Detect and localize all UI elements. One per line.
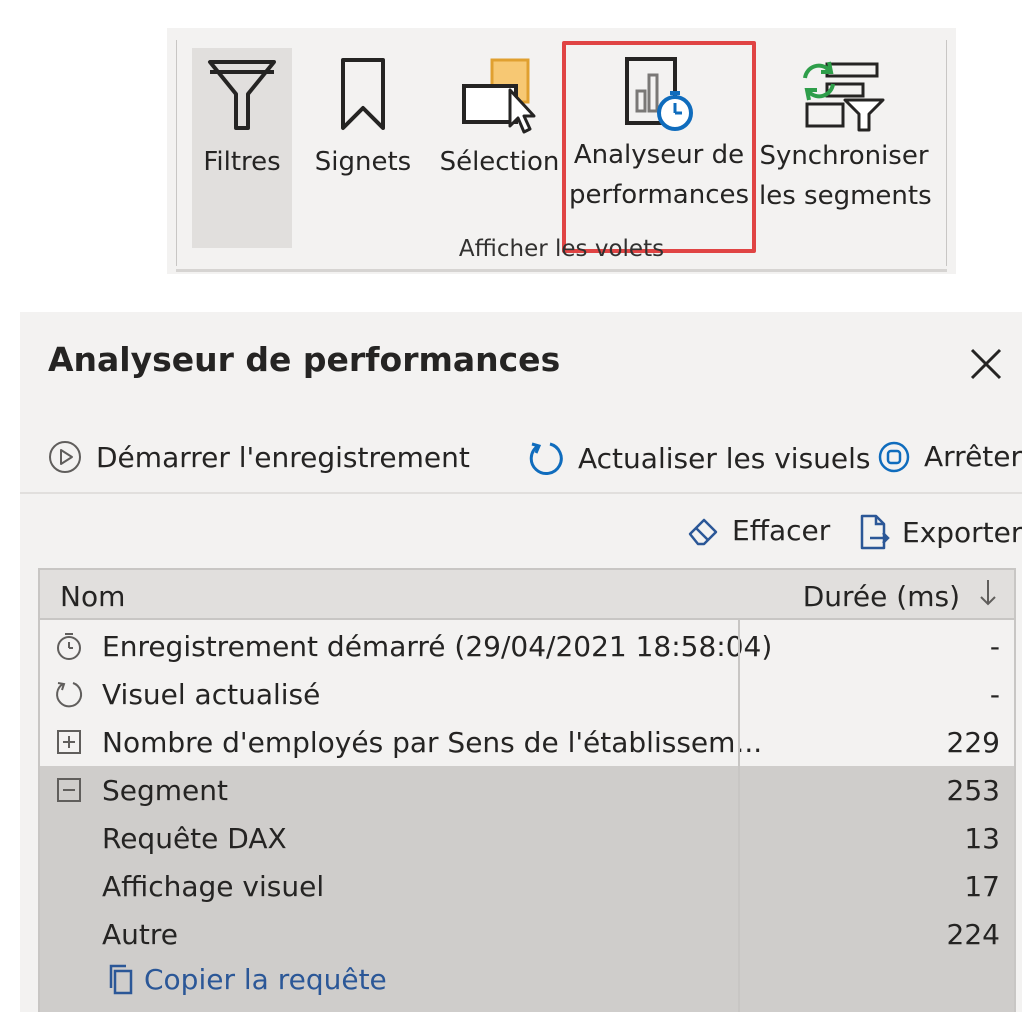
row-duration: 13 [964,822,1000,855]
table-row-child[interactable]: Requête DAX 13 [40,814,1014,862]
sync-slicers-label-line2: les segments [759,181,932,211]
performance-analyzer-button[interactable]: Analyseur de performances [562,41,756,253]
row-duration: 224 [946,918,1000,951]
filters-button[interactable]: Filtres [192,48,292,248]
ribbon-bottom-line [176,269,947,272]
table-row[interactable]: Nombre d'employés par Sens de l'établiss… [40,718,1014,766]
sync-slicers-button[interactable]: Synchroniser les segments [759,48,932,248]
copy-query-link[interactable]: Copier la requête [106,962,387,996]
table-row-copy-query: Copier la requête [40,958,1014,1012]
close-icon[interactable] [968,346,1004,382]
ribbon-group-label: Afficher les volets [458,236,665,262]
selection-button-label: Sélection [439,147,560,177]
play-circle-icon [49,441,81,473]
export-icon [860,514,890,550]
row-duration: 253 [946,774,1000,807]
row-name: Affichage visuel [102,870,325,903]
ribbon-divider-right [946,40,947,266]
refresh-icon [529,442,563,476]
row-name: Enregistrement démarré (29/04/2021 18:58… [102,630,773,663]
stop-button[interactable]: Arrêter [878,440,1022,473]
sync-slicers-label-line1: Synchroniser [759,141,929,171]
copy-query-label: Copier la requête [144,962,387,996]
bookmark-icon [341,58,385,130]
bookmarks-button[interactable]: Signets [310,48,416,248]
performance-table: Nom Durée (ms) Enregistrement démarré (2… [38,568,1016,1012]
ribbon-group-panes: Filtres Signets Sélection Analyseur de p… [167,28,956,274]
export-button[interactable]: Exporter [858,514,1022,550]
column-header-name[interactable]: Nom [60,580,125,613]
row-duration: - [989,678,1000,711]
toolbar-divider [20,492,1022,494]
eraser-icon [688,518,718,545]
performance-analyzer-pane: Analyseur de performances Démarrer l'enr… [20,312,1022,1012]
refresh-visuals-label: Actualiser les visuels [578,441,871,475]
stop-circle-icon [878,441,910,472]
performance-analyzer-icon [625,57,693,131]
copy-icon [109,964,133,995]
start-recording-button[interactable]: Démarrer l'enregistrement [48,440,470,474]
row-name: Requête DAX [102,822,287,855]
selection-button[interactable]: Sélection [437,48,562,248]
sync-slicers-icon [803,61,885,132]
row-name: Segment [102,774,228,807]
ribbon-divider-left [176,40,177,266]
row-duration: - [989,630,1000,663]
row-name: Autre [102,918,179,951]
collapse-icon[interactable] [54,775,84,805]
clear-label: Effacer [732,514,831,547]
timer-icon [57,633,81,660]
start-recording-label: Démarrer l'enregistrement [96,440,470,474]
sort-down-arrow-icon[interactable] [978,578,998,608]
table-header: Nom Durée (ms) [40,570,1014,620]
table-row[interactable]: Enregistrement démarré (29/04/2021 18:58… [40,622,1014,670]
clear-button[interactable]: Effacer [686,514,830,547]
column-divider[interactable] [738,620,740,1012]
table-row-child[interactable]: Autre 224 [40,910,1014,958]
stop-label: Arrêter [924,440,1022,473]
row-name: Visuel actualisé [102,678,321,711]
refresh-visuals-button[interactable]: Actualiser les visuels [528,440,871,476]
refresh-icon [56,682,83,708]
performance-analyzer-label-line2: performances [568,180,750,210]
filters-button-label: Filtres [203,147,281,177]
expand-icon[interactable] [54,727,84,757]
row-duration: 229 [946,726,1000,759]
pane-title: Analyseur de performances [48,340,561,379]
row-name: Nombre d'employés par Sens de l'établiss… [102,726,763,759]
export-label: Exporter [902,515,1022,549]
performance-analyzer-label-line1: Analyseur de [573,140,745,170]
filter-icon [208,60,276,130]
table-row-child[interactable]: Affichage visuel 17 [40,862,1014,910]
bookmarks-button-label: Signets [314,147,412,177]
table-row[interactable]: Visuel actualisé - [40,670,1014,718]
selection-icon [461,58,535,134]
row-duration: 17 [964,870,1000,903]
table-row-selected[interactable]: Segment 253 [40,766,1014,814]
column-header-duration[interactable]: Durée (ms) [803,580,960,613]
